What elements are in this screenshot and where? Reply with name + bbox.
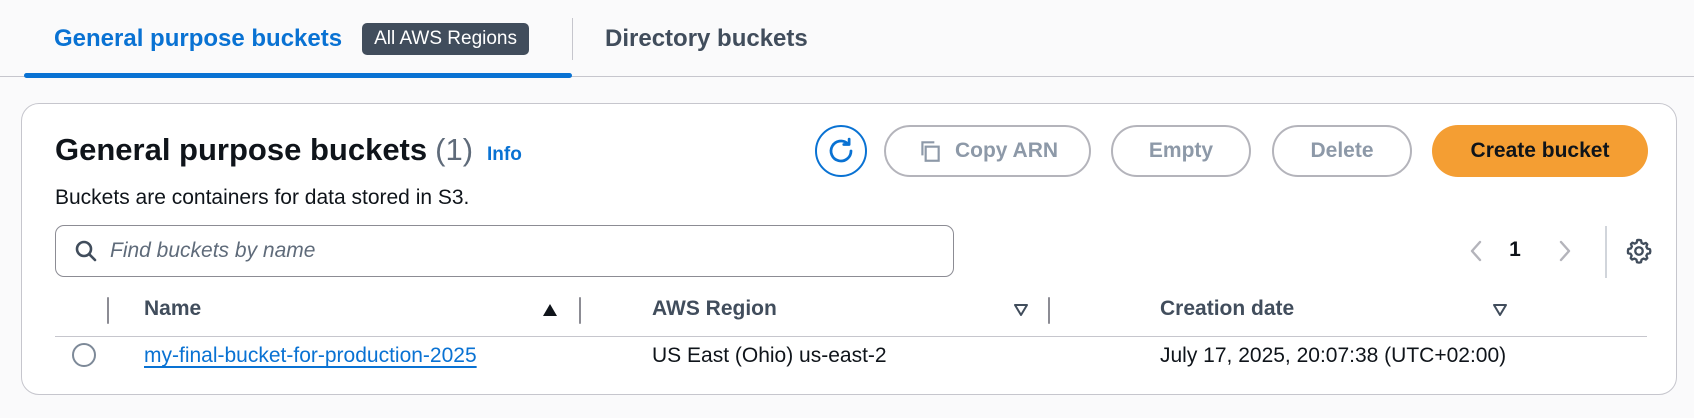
sort-descending-icon[interactable] bbox=[1013, 303, 1029, 317]
gear-icon bbox=[1625, 237, 1653, 265]
column-resizer[interactable] bbox=[579, 297, 581, 324]
tab-directory-buckets[interactable]: Directory buckets bbox=[605, 0, 808, 77]
copy-arn-label: Copy ARN bbox=[954, 139, 1059, 162]
column-header-region-label: AWS Region bbox=[652, 297, 777, 320]
previous-page-button[interactable] bbox=[1464, 237, 1488, 265]
chevron-right-icon bbox=[1558, 239, 1572, 263]
column-separator bbox=[107, 297, 109, 324]
sort-ascending-icon[interactable] bbox=[542, 303, 558, 317]
empty-label: Empty bbox=[1148, 139, 1214, 162]
search-icon bbox=[74, 239, 98, 263]
tab-divider bbox=[572, 18, 573, 60]
next-page-button[interactable] bbox=[1553, 237, 1577, 265]
sort-descending-icon[interactable] bbox=[1492, 303, 1508, 317]
panel-title: General purpose buckets bbox=[55, 132, 428, 167]
tab-general-purpose-label: General purpose buckets bbox=[54, 24, 343, 52]
pagination-divider bbox=[1605, 226, 1607, 278]
chevron-left-icon bbox=[1469, 239, 1483, 263]
search-input[interactable] bbox=[110, 239, 930, 263]
copy-arn-button[interactable]: Copy ARN bbox=[884, 125, 1091, 177]
tab-general-purpose-buckets[interactable]: General purpose buckets All AWS Regions bbox=[24, 0, 572, 78]
column-header-name-label: Name bbox=[144, 297, 202, 320]
page-number-1[interactable]: 1 bbox=[1499, 235, 1531, 265]
column-header-region[interactable]: AWS Region bbox=[652, 294, 1127, 324]
create-bucket-label: Create bucket bbox=[1470, 139, 1610, 162]
buckets-container: General purpose buckets (1) Info Buckets… bbox=[21, 103, 1677, 395]
tab-directory-label: Directory buckets bbox=[605, 24, 808, 52]
table-header-divider bbox=[55, 336, 1647, 337]
bucket-type-tabs: General purpose buckets All AWS Regions … bbox=[0, 0, 1694, 78]
copy-icon bbox=[917, 138, 943, 164]
column-header-date-label: Creation date bbox=[1160, 297, 1295, 320]
refresh-button[interactable] bbox=[815, 125, 867, 177]
table-settings-button[interactable] bbox=[1623, 235, 1655, 267]
delete-button[interactable]: Delete bbox=[1272, 125, 1412, 177]
bucket-count: (1) bbox=[435, 132, 474, 167]
panel-header: General purpose buckets (1) Info bbox=[55, 132, 522, 168]
column-header-creation-date[interactable]: Creation date bbox=[1160, 294, 1640, 324]
bucket-creation-date: July 17, 2025, 20:07:38 (UTC+02:00) bbox=[1160, 344, 1507, 367]
empty-button[interactable]: Empty bbox=[1111, 125, 1251, 177]
bucket-name-link[interactable]: my-final-bucket-for-production-2025 bbox=[144, 342, 477, 370]
all-regions-badge: All AWS Regions bbox=[362, 22, 530, 55]
info-link[interactable]: Info bbox=[487, 144, 522, 166]
delete-label: Delete bbox=[1310, 139, 1374, 162]
search-field[interactable] bbox=[55, 225, 954, 277]
bucket-region: US East (Ohio) us-east-2 bbox=[652, 344, 887, 367]
create-bucket-button[interactable]: Create bucket bbox=[1432, 125, 1648, 177]
panel-description: Buckets are containers for data stored i… bbox=[55, 186, 470, 209]
row-select-radio[interactable] bbox=[72, 343, 96, 367]
column-resizer[interactable] bbox=[1048, 297, 1050, 324]
active-tab-indicator bbox=[24, 73, 572, 78]
refresh-icon bbox=[826, 136, 856, 166]
